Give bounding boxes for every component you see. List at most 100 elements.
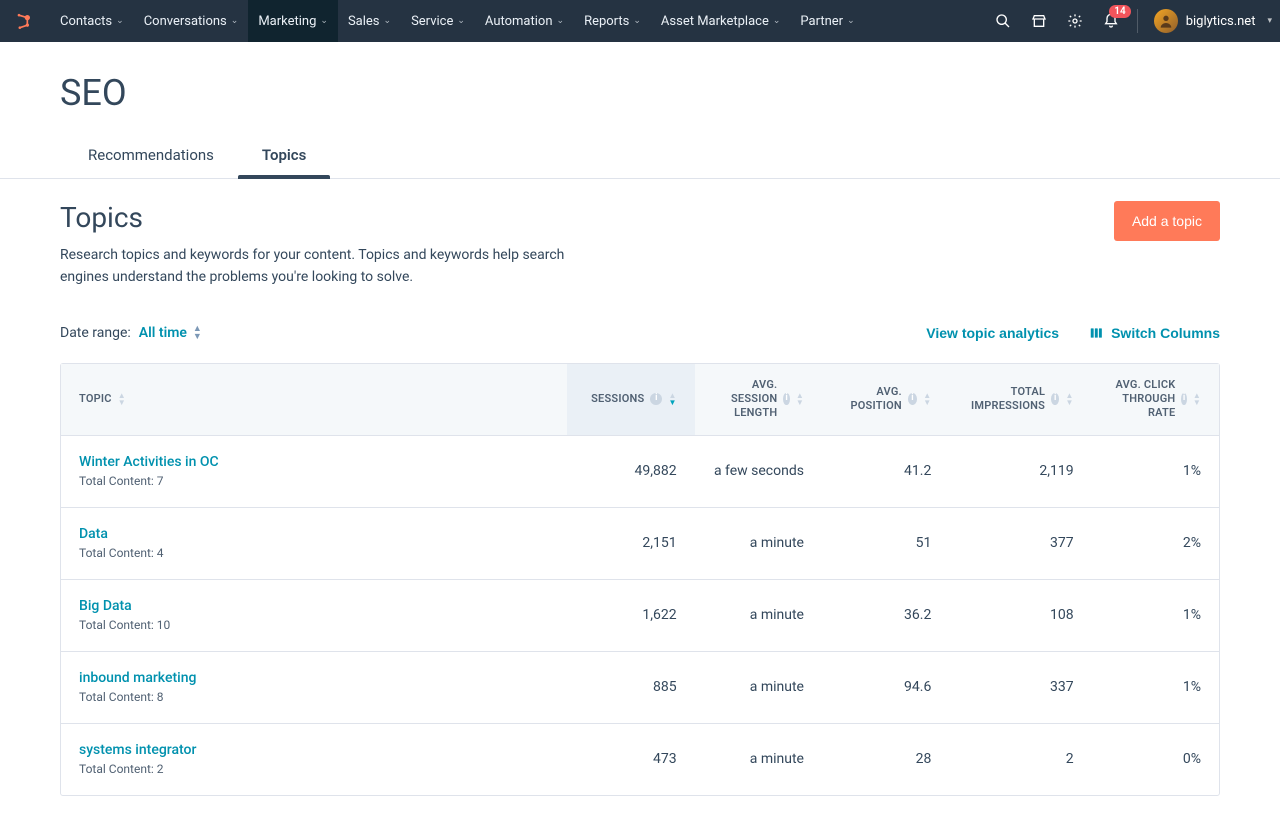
account-name: biglytics.net <box>1186 14 1256 29</box>
content-count: Total Content: 7 <box>79 474 164 488</box>
account-switcher[interactable]: biglytics.net ▾ <box>1154 9 1272 33</box>
sort-icon: ▲▼ <box>1065 392 1073 406</box>
ctr-cell: 1% <box>1092 579 1219 651</box>
impressions-cell: 2 <box>949 723 1091 795</box>
session-length-cell: a minute <box>695 651 822 723</box>
section-title: Topics <box>60 201 580 234</box>
content-count: Total Content: 4 <box>79 546 164 560</box>
nav-item-sales[interactable]: Sales⌄ <box>338 0 401 42</box>
impressions-cell: 2,119 <box>949 435 1091 507</box>
sessions-cell: 473 <box>567 723 694 795</box>
chevron-down-icon: ⌄ <box>457 16 465 26</box>
sort-icon: ▲▼ <box>923 392 931 406</box>
info-icon: i <box>650 393 662 405</box>
table-row: systems integrator Total Content: 2 473a m… <box>61 723 1219 795</box>
chevron-down-icon: ⌄ <box>384 16 392 26</box>
session-length-cell: a few seconds <box>695 435 822 507</box>
ctr-cell: 0% <box>1092 723 1219 795</box>
topnav-right: 14 biglytics.net ▾ <box>993 9 1272 33</box>
col-header-sessions[interactable]: SESSIONSi▲▼ <box>567 364 694 435</box>
position-cell: 41.2 <box>822 435 949 507</box>
topic-link[interactable]: Data <box>79 526 108 542</box>
notifications-bell-icon[interactable]: 14 <box>1101 11 1121 31</box>
topnav-menu: Contacts⌄Conversations⌄Marketing⌄Sales⌄S… <box>50 0 865 42</box>
table-row: Winter Activities in OC Total Content: 7 4… <box>61 435 1219 507</box>
hubspot-logo-icon[interactable] <box>14 11 34 31</box>
page-header: SEO Recommendations Topics <box>0 42 1280 179</box>
nav-item-marketing[interactable]: Marketing⌄ <box>248 0 338 42</box>
add-topic-button[interactable]: Add a topic <box>1114 201 1220 241</box>
col-header-avg-position[interactable]: AVG. POSITIONi▲▼ <box>822 364 949 435</box>
topics-section: Topics Research topics and keywords for … <box>0 179 1280 796</box>
sort-icon: ▲▼ <box>1193 392 1201 406</box>
section-header: Topics Research topics and keywords for … <box>60 201 1220 289</box>
session-length-cell: a minute <box>695 507 822 579</box>
col-header-avg-click-through-rate[interactable]: AVG. CLICK THROUGH RATEi▲▼ <box>1092 364 1219 435</box>
position-cell: 36.2 <box>822 579 949 651</box>
info-icon: i <box>908 393 917 405</box>
sort-icon: ▲▼ <box>118 392 126 406</box>
chevron-down-icon: ⌄ <box>231 16 239 26</box>
nav-item-asset-marketplace[interactable]: Asset Marketplace⌄ <box>651 0 790 42</box>
ctr-cell: 1% <box>1092 435 1219 507</box>
ctr-cell: 1% <box>1092 651 1219 723</box>
topics-table: TOPIC▲▼SESSIONSi▲▼AVG. SESSION LENGTHi▲▼… <box>60 363 1220 796</box>
section-description: Research topics and keywords for your co… <box>60 244 580 289</box>
session-length-cell: a minute <box>695 723 822 795</box>
topic-link[interactable]: systems integrator <box>79 742 196 758</box>
marketplace-icon[interactable] <box>1029 11 1049 31</box>
content-count: Total Content: 10 <box>79 618 170 632</box>
tabs: Recommendations Topics <box>0 136 1280 179</box>
topic-link[interactable]: Big Data <box>79 598 132 614</box>
session-length-cell: a minute <box>695 579 822 651</box>
switch-columns-button[interactable]: Switch Columns <box>1089 325 1220 341</box>
columns-icon <box>1089 326 1103 340</box>
info-icon: i <box>783 393 789 405</box>
table-toolbar: Date range: All time ▲▼ View topic analy… <box>60 325 1220 341</box>
date-range-select[interactable]: All time ▲▼ <box>139 325 202 341</box>
chevron-down-icon: ▾ <box>1267 16 1272 26</box>
col-header-total-impressions[interactable]: TOTAL IMPRESSIONSi▲▼ <box>949 364 1091 435</box>
topic-link[interactable]: inbound marketing <box>79 670 196 686</box>
avatar <box>1154 9 1178 33</box>
nav-item-conversations[interactable]: Conversations⌄ <box>134 0 249 42</box>
nav-item-partner[interactable]: Partner⌄ <box>790 0 864 42</box>
col-header-avg-session-length[interactable]: AVG. SESSION LENGTHi▲▼ <box>695 364 822 435</box>
nav-item-service[interactable]: Service⌄ <box>401 0 475 42</box>
table-row: Big Data Total Content: 10 1,622a minute36… <box>61 579 1219 651</box>
tab-recommendations[interactable]: Recommendations <box>88 136 214 178</box>
settings-gear-icon[interactable] <box>1065 11 1085 31</box>
col-header-topic[interactable]: TOPIC▲▼ <box>61 364 567 435</box>
date-range-label: Date range: <box>60 325 131 341</box>
content-count: Total Content: 2 <box>79 762 164 776</box>
sort-icon: ▲▼ <box>796 392 804 406</box>
impressions-cell: 337 <box>949 651 1091 723</box>
info-icon: i <box>1051 393 1059 405</box>
nav-item-contacts[interactable]: Contacts⌄ <box>50 0 134 42</box>
tab-topics[interactable]: Topics <box>262 136 306 178</box>
nav-item-reports[interactable]: Reports⌄ <box>574 0 651 42</box>
impressions-cell: 377 <box>949 507 1091 579</box>
view-topic-analytics-link[interactable]: View topic analytics <box>926 325 1059 341</box>
position-cell: 51 <box>822 507 949 579</box>
sort-icon: ▲▼ <box>193 325 202 341</box>
chevron-down-icon: ⌄ <box>116 16 124 26</box>
chevron-down-icon: ⌄ <box>773 16 781 26</box>
table-row: inbound marketingTotal Content: 8885a mi… <box>61 651 1219 723</box>
table-row: DataTotal Content: 42,151a minute513772% <box>61 507 1219 579</box>
impressions-cell: 108 <box>949 579 1091 651</box>
date-range-filter: Date range: All time ▲▼ <box>60 325 202 341</box>
topic-link[interactable]: Winter Activities in OC <box>79 454 219 470</box>
ctr-cell: 2% <box>1092 507 1219 579</box>
search-icon[interactable] <box>993 11 1013 31</box>
page-title: SEO <box>0 72 1280 114</box>
sessions-cell: 885 <box>567 651 694 723</box>
chevron-down-icon: ⌄ <box>557 16 565 26</box>
chevron-down-icon: ⌄ <box>633 16 641 26</box>
position-cell: 94.6 <box>822 651 949 723</box>
sessions-cell: 1,622 <box>567 579 694 651</box>
position-cell: 28 <box>822 723 949 795</box>
top-nav: Contacts⌄Conversations⌄Marketing⌄Sales⌄S… <box>0 0 1280 42</box>
sessions-cell: 49,882 <box>567 435 694 507</box>
nav-item-automation[interactable]: Automation⌄ <box>475 0 574 42</box>
